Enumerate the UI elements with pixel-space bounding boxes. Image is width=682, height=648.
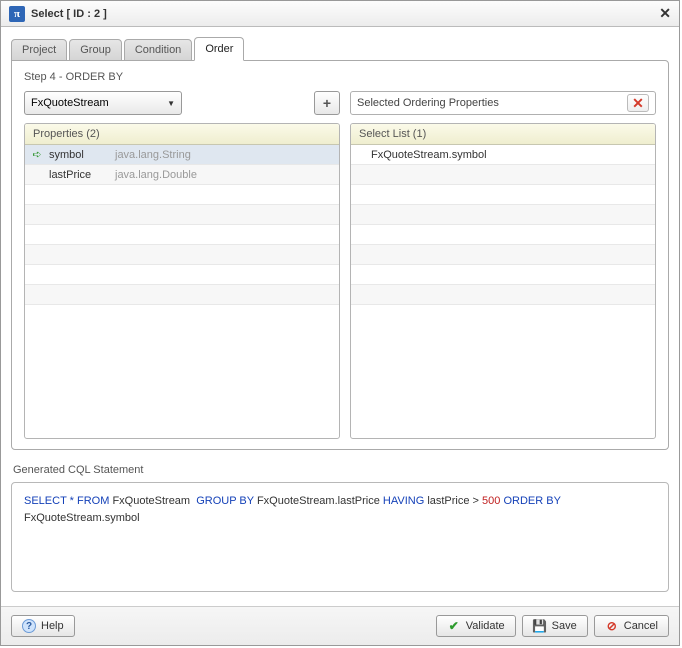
ordering-body: FxQuoteStream.symbol xyxy=(351,145,655,305)
empty-row xyxy=(351,205,655,225)
ordering-item-label: FxQuoteStream.symbol xyxy=(371,149,487,161)
property-name: symbol xyxy=(49,149,109,161)
tab-label: Condition xyxy=(135,44,181,56)
kw-groupby: GROUP BY xyxy=(196,495,254,507)
properties-body: ➪ symbol java.lang.String lastPrice java… xyxy=(25,145,339,305)
empty-row xyxy=(351,285,655,305)
validate-label: Validate xyxy=(466,620,505,632)
cql-label: Generated CQL Statement xyxy=(13,464,669,476)
cql-havval: 500 xyxy=(482,495,500,507)
left-column: FxQuoteStream ▼ + Properties (2) ➪ symbo… xyxy=(24,91,340,439)
ordering-item[interactable]: FxQuoteStream.symbol xyxy=(351,145,655,165)
left-toolbar: FxQuoteStream ▼ + xyxy=(24,91,340,115)
columns: FxQuoteStream ▼ + Properties (2) ➪ symbo… xyxy=(24,91,656,439)
tab-condition[interactable]: Condition xyxy=(124,39,192,61)
empty-row xyxy=(25,185,339,205)
properties-header: Properties (2) xyxy=(25,124,339,145)
save-icon: 💾 xyxy=(533,619,547,633)
plus-icon: + xyxy=(323,95,331,111)
tabs: Project Group Condition Order xyxy=(11,37,669,61)
chevron-down-icon: ▼ xyxy=(167,99,175,108)
help-icon: ? xyxy=(22,619,36,633)
cancel-label: Cancel xyxy=(624,620,658,632)
empty-row xyxy=(25,205,339,225)
ordering-list-header: Select List (1) xyxy=(351,124,655,145)
tab-label: Order xyxy=(205,43,233,55)
cql-havcond: lastPrice > xyxy=(427,495,479,507)
kw-select: SELECT xyxy=(24,495,67,507)
empty-row xyxy=(25,285,339,305)
tab-label: Project xyxy=(22,44,56,56)
empty-row xyxy=(351,185,655,205)
pi-icon: π xyxy=(9,6,25,22)
content-area: Project Group Condition Order Step 4 - O… xyxy=(1,27,679,606)
cql-box: SELECT * FROM FxQuoteStream GROUP BY FxQ… xyxy=(11,482,669,592)
empty-row xyxy=(351,245,655,265)
empty-row xyxy=(25,265,339,285)
source-dropdown[interactable]: FxQuoteStream ▼ xyxy=(24,91,182,115)
property-row[interactable]: lastPrice java.lang.Double xyxy=(25,165,339,185)
properties-grid: Properties (2) ➪ symbol java.lang.String… xyxy=(24,123,340,439)
titlebar: π Select [ ID : 2 ] ✕ xyxy=(1,1,679,27)
save-button[interactable]: 💾 Save xyxy=(522,615,588,637)
empty-row xyxy=(25,225,339,245)
x-icon: ✕ xyxy=(632,95,644,112)
add-button[interactable]: + xyxy=(314,91,340,115)
property-name: lastPrice xyxy=(49,169,109,181)
validate-button[interactable]: ✔ Validate xyxy=(436,615,516,637)
empty-row xyxy=(351,165,655,185)
footer: ? Help ✔ Validate 💾 Save ⊘ Cancel xyxy=(1,606,679,645)
property-row[interactable]: ➪ symbol java.lang.String xyxy=(25,145,339,165)
kw-having: HAVING xyxy=(383,495,424,507)
tab-order[interactable]: Order xyxy=(194,37,244,61)
empty-row xyxy=(351,225,655,245)
empty-row xyxy=(25,245,339,265)
cancel-button[interactable]: ⊘ Cancel xyxy=(594,615,669,637)
close-icon[interactable]: ✕ xyxy=(659,5,671,22)
select-dialog: π Select [ ID : 2 ] ✕ Project Group Cond… xyxy=(0,0,680,646)
step-label: Step 4 - ORDER BY xyxy=(24,71,656,83)
right-column: Selected Ordering Properties ✕ Select Li… xyxy=(350,91,656,439)
order-tabpanel: Step 4 - ORDER BY FxQuoteStream ▼ + Prop… xyxy=(11,60,669,450)
help-label: Help xyxy=(41,620,64,632)
cql-grpfield: FxQuoteStream.lastPrice xyxy=(257,495,380,507)
tab-group[interactable]: Group xyxy=(69,39,122,61)
cql-orderfield: FxQuoteStream.symbol xyxy=(24,512,140,524)
ordering-grid: Select List (1) FxQuoteStream.symbol xyxy=(350,123,656,439)
tab-label: Group xyxy=(80,44,111,56)
kw-from: * FROM xyxy=(70,495,110,507)
ordering-title: Selected Ordering Properties xyxy=(357,97,499,109)
save-label: Save xyxy=(552,620,577,632)
property-type: java.lang.Double xyxy=(115,169,197,181)
source-selected: FxQuoteStream xyxy=(31,97,109,109)
tab-project[interactable]: Project xyxy=(11,39,67,61)
remove-button[interactable]: ✕ xyxy=(627,94,649,112)
check-icon: ✔ xyxy=(447,619,461,633)
property-type: java.lang.String xyxy=(115,149,191,161)
cancel-icon: ⊘ xyxy=(605,619,619,633)
empty-row xyxy=(351,265,655,285)
arrow-right-icon: ➪ xyxy=(31,148,43,161)
kw-orderby: ORDER BY xyxy=(503,495,560,507)
cql-src: FxQuoteStream xyxy=(112,495,190,507)
ordering-header: Selected Ordering Properties ✕ xyxy=(350,91,656,115)
help-button[interactable]: ? Help xyxy=(11,615,75,637)
window-title: Select [ ID : 2 ] xyxy=(31,8,107,20)
